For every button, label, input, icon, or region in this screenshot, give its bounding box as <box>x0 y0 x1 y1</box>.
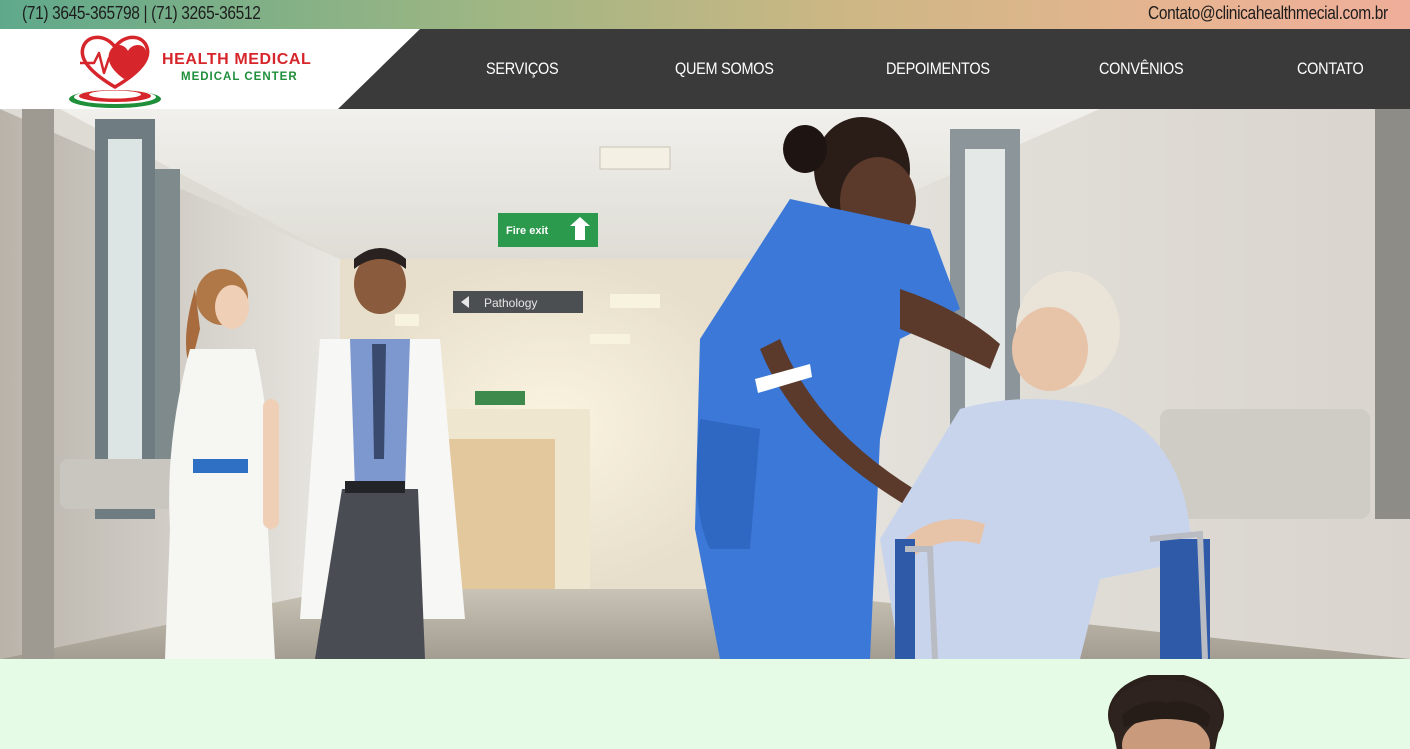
contact-email-link[interactable]: Contato@clinicahealthmecial.com.br <box>1148 3 1388 24</box>
intro-section <box>0 659 1410 749</box>
heart-logo-icon <box>69 35 161 108</box>
logo-link[interactable]: HEALTH MEDICAL MEDICAL CENTER <box>0 29 420 109</box>
site-header: HEALTH MEDICAL MEDICAL CENTER SERVIÇOS Q… <box>0 29 1410 109</box>
nav-item-quem-somos[interactable]: QUEM SOMOS <box>675 59 774 79</box>
nav-item-depoimentos[interactable]: DEPOIMENTOS <box>886 59 990 79</box>
fire-exit-sign: Fire exit <box>506 225 549 237</box>
top-contact-bar: (71) 3645-365798 | (71) 3265-36512 Conta… <box>0 0 1410 29</box>
hospital-corridor-image: Fire exit Pathology <box>0 109 1410 659</box>
pathology-sign: Pathology <box>484 296 537 310</box>
main-nav: SERVIÇOS QUEM SOMOS DEPOIMENTOS CONVÊNIO… <box>420 29 1410 109</box>
doctor-portrait-image <box>1108 675 1224 749</box>
nav-item-servicos[interactable]: SERVIÇOS <box>486 59 559 79</box>
hero-banner: Fire exit Pathology <box>0 109 1410 659</box>
nav-item-convenios[interactable]: CONVÊNIOS <box>1099 59 1184 79</box>
nav-item-contato[interactable]: CONTATO <box>1297 59 1364 79</box>
brand-subtitle: MEDICAL CENTER <box>181 71 298 83</box>
brand-title: HEALTH MEDICAL <box>162 51 312 68</box>
phone-numbers[interactable]: (71) 3645-365798 | (71) 3265-36512 <box>22 3 261 24</box>
